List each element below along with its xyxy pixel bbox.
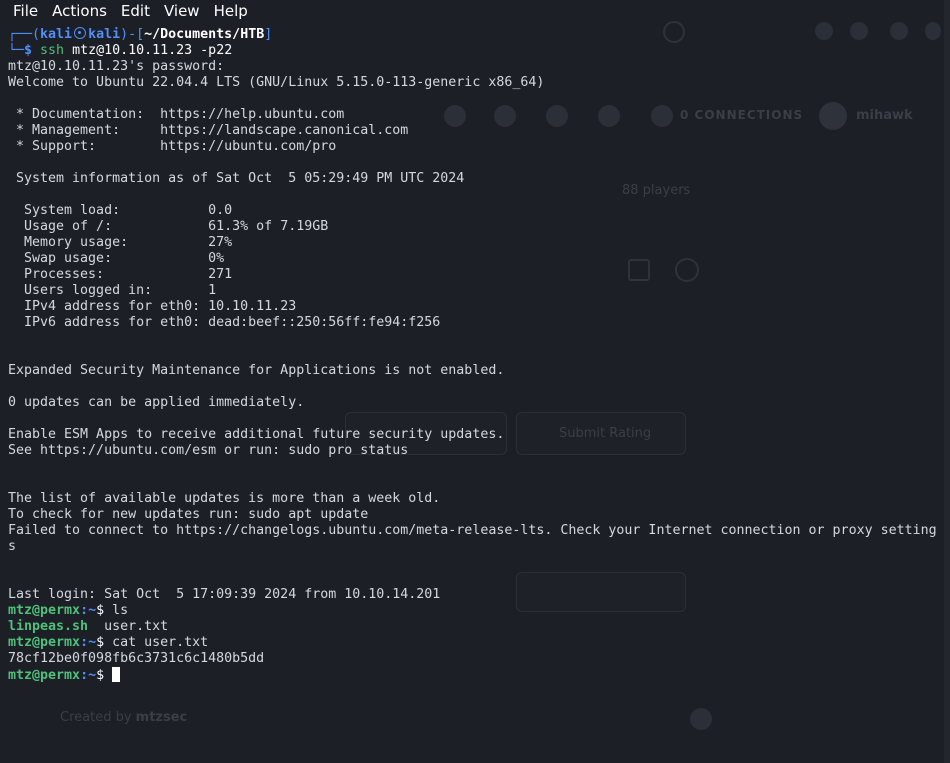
sysinfo-row: IPv4 address for eth0: 10.10.11.23 <box>8 299 943 315</box>
remote-prompt-cat: mtz@permx:~$ cat user.txt <box>8 635 209 650</box>
motd-link-row: * Management: https://landscape.canonica… <box>8 123 943 139</box>
esm-see: See https://ubuntu.com/esm or run: sudo … <box>8 443 409 458</box>
remote-prompt-current: mtz@permx:~$ <box>8 667 943 683</box>
terminal-window: 0 CONNECTIONS mihawk 88 players Submit R… <box>0 0 950 763</box>
password-prompt: mtz@10.10.11.23's password: <box>8 59 225 74</box>
sysinfo-label: Processes: <box>8 267 209 282</box>
motd-link-url[interactable]: https://help.ubuntu.com <box>160 107 344 122</box>
sysinfo-row: Swap usage: 0% <box>8 251 943 267</box>
sysinfo-value: 0% <box>208 251 225 266</box>
remote-path: :~ <box>80 668 97 683</box>
ls-output: linpeas.sh user.txt <box>8 619 943 635</box>
sysinfo-row: Processes: 271 <box>8 267 943 283</box>
sysinfo-row: Memory usage: 27% <box>8 235 943 251</box>
created-by-text: Created by mtzsec <box>60 710 187 725</box>
sysinfo-label: Swap usage: <box>8 251 209 266</box>
menu-edit[interactable]: Edit <box>114 0 157 22</box>
prompt-cwd: ~/Documents/HTB <box>144 27 265 42</box>
remote-path: :~ <box>80 603 97 618</box>
welcome-line: Welcome to Ubuntu 22.04.4 LTS (GNU/Linux… <box>8 75 545 90</box>
created-by-user: mtzsec <box>135 710 188 725</box>
remote-prompt-ls: mtz@permx:~$ ls <box>8 603 129 618</box>
remote-path: :~ <box>80 635 97 650</box>
remote-user-host: mtz@permx <box>8 668 81 683</box>
prompt-host: kali <box>88 27 121 42</box>
ls-output-file: user.txt <box>104 619 169 634</box>
menu-view[interactable]: View <box>157 0 207 22</box>
sysinfo-value: 0.0 <box>208 203 233 218</box>
sysinfo-label: Usage of /: <box>8 219 209 234</box>
sysinfo-label: IPv4 address for eth0: <box>8 299 209 314</box>
sysinfo-header: System information as of Sat Oct 5 05:29… <box>8 171 465 186</box>
sysinfo-value: 27% <box>208 235 233 250</box>
failed-connect-notice: Failed to connect to https://changelogs.… <box>8 523 937 538</box>
prompt-line-1: ┌──(kali kali)-[~/Documents/HTB] <box>8 27 273 42</box>
prompt-line-2: └─$ ssh mtz@10.10.11.23 -p22 <box>8 43 233 58</box>
motd-link-url[interactable]: https://landscape.canonical.com <box>160 123 408 138</box>
motd-link-url[interactable]: https://ubuntu.com/pro <box>160 139 336 154</box>
ls-output-script: linpeas.sh <box>8 619 89 634</box>
menu-bar: File Actions Edit View Help <box>0 0 950 22</box>
motd-link-row: * Documentation: https://help.ubuntu.com <box>8 107 943 123</box>
menu-help[interactable]: Help <box>207 0 255 22</box>
esm-notice: Expanded Security Maintenance for Applic… <box>8 363 505 378</box>
sysinfo-value: 271 <box>208 267 233 282</box>
sysinfo-row: Usage of /: 61.3% of 7.19GB <box>8 219 943 235</box>
sysinfo-table: System load: 0.0 Usage of /: 61.3% of 7.… <box>8 203 943 331</box>
sysinfo-value: 10.10.11.23 <box>208 299 297 314</box>
created-by-prefix: Created by <box>60 710 132 725</box>
check-updates-notice: To check for new updates run: sudo apt u… <box>8 507 369 522</box>
old-list-notice: The list of available updates is more th… <box>8 491 441 506</box>
sysinfo-label: IPv6 address for eth0: <box>8 315 209 330</box>
prompt-user: kali <box>40 27 73 42</box>
sysinfo-label: System load: <box>8 203 209 218</box>
sysinfo-value: 61.3% of 7.19GB <box>208 219 329 234</box>
failed-connect-wrap: s <box>8 539 17 554</box>
sysinfo-row: System load: 0.0 <box>8 203 943 219</box>
motd-link-row: * Support: https://ubuntu.com/pro <box>8 139 943 155</box>
kali-dragon-icon <box>74 27 87 39</box>
menu-actions[interactable]: Actions <box>45 0 114 22</box>
motd-link-label: * Support: <box>8 139 161 154</box>
motd-link-label: * Documentation: <box>8 107 161 122</box>
menu-file[interactable]: File <box>6 0 45 22</box>
sysinfo-row: Users logged in: 1 <box>8 283 943 299</box>
motd-link-label: * Management: <box>8 123 161 138</box>
background-scroll-strip <box>944 0 950 763</box>
motd-links: * Documentation: https://help.ubuntu.com… <box>8 107 943 155</box>
terminal-cursor[interactable] <box>112 667 121 682</box>
sysinfo-label: Users logged in: <box>8 283 209 298</box>
prompt-args: mtz@10.10.11.23 -p22 <box>72 43 233 58</box>
updates-notice: 0 updates can be applied immediately. <box>8 395 305 410</box>
sysinfo-value: dead:beef::250:56ff:fe94:f256 <box>208 315 441 330</box>
terminal-output[interactable]: ┌──(kali kali)-[~/Documents/HTB] └─$ ssh … <box>8 27 943 683</box>
esm-enable: Enable ESM Apps to receive additional fu… <box>8 427 505 442</box>
prompt-command: ssh <box>40 43 65 58</box>
flag-output: 78cf12be0f098fb6c3731c6c1480b5dd <box>8 651 265 666</box>
remote-user-host: mtz@permx <box>8 635 81 650</box>
sysinfo-label: Memory usage: <box>8 235 209 250</box>
remote-user-host: mtz@permx <box>8 603 81 618</box>
sysinfo-value: 1 <box>208 283 217 298</box>
sysinfo-row: IPv6 address for eth0: dead:beef::250:56… <box>8 315 943 331</box>
thumbs-up-icon <box>690 708 712 730</box>
remote-cmd-cat: cat user.txt <box>112 635 209 650</box>
remote-cmd-ls: ls <box>112 603 129 618</box>
last-login: Last login: Sat Oct 5 17:09:39 2024 from… <box>8 587 441 602</box>
